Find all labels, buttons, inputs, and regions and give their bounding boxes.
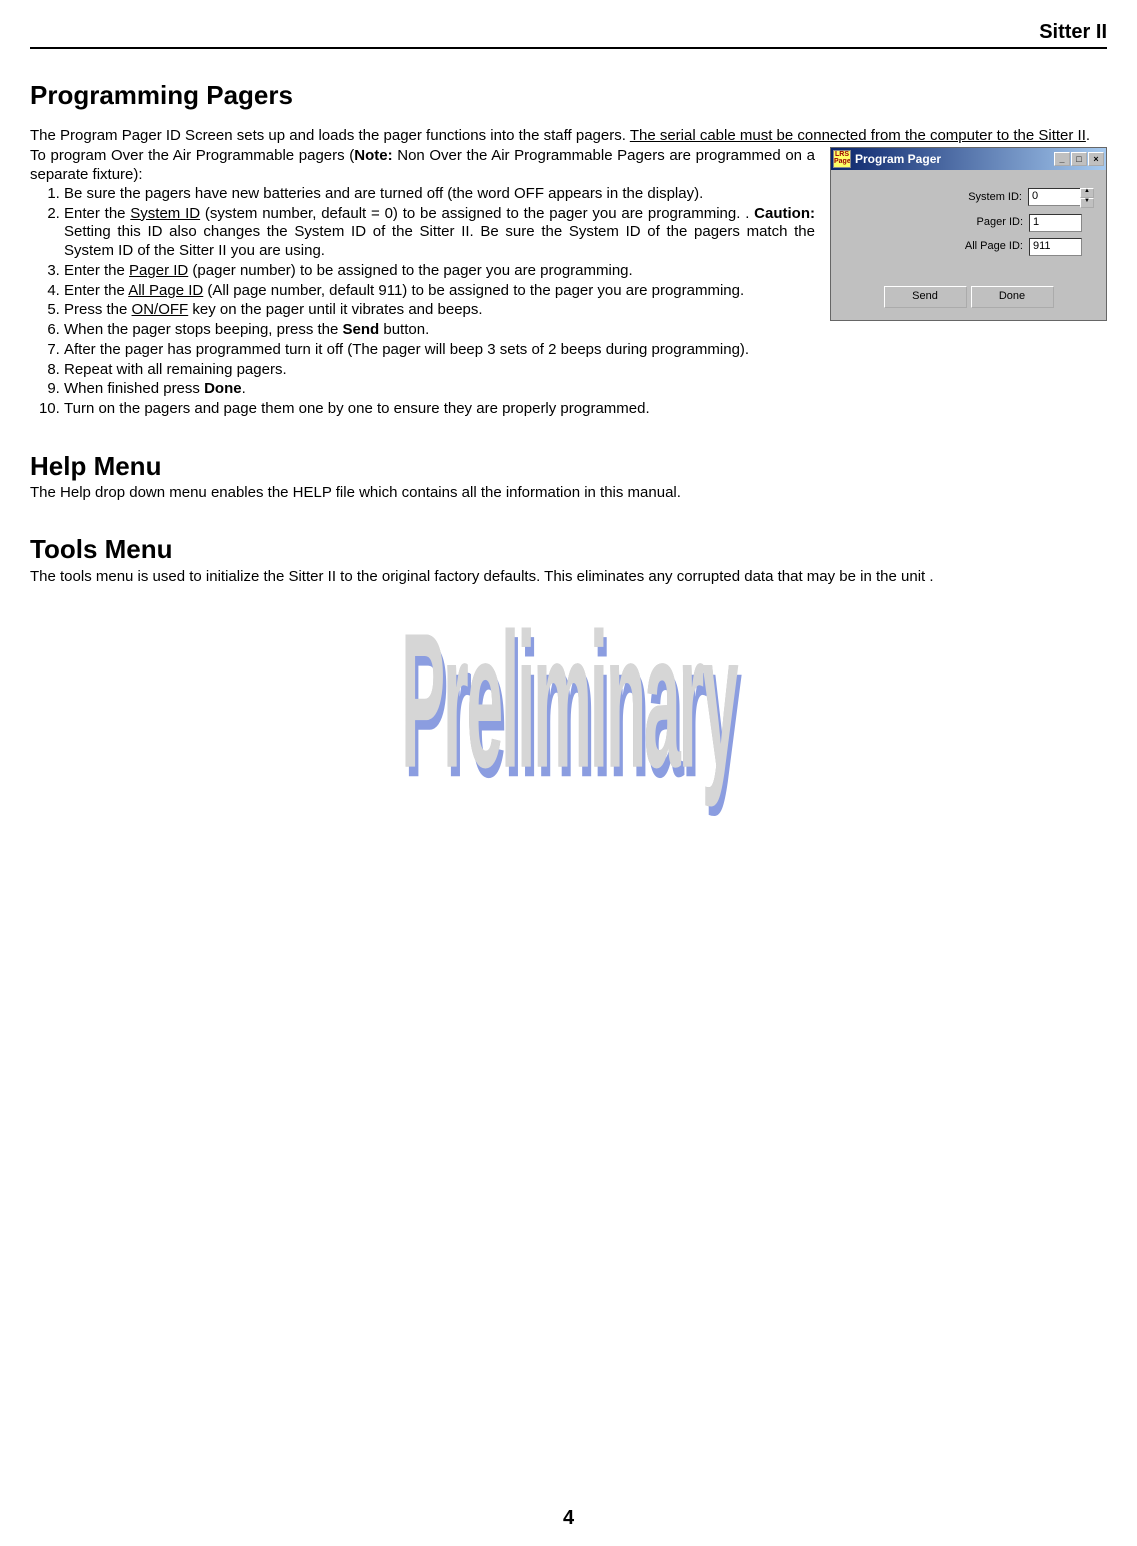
label-system-id: System ID: <box>968 191 1022 205</box>
spinner-system-id[interactable]: ▲ ▼ <box>1080 188 1094 208</box>
product-name: Sitter II <box>1039 21 1107 43</box>
minimize-icon[interactable]: _ <box>1054 152 1070 166</box>
page-number: 4 <box>0 1506 1137 1531</box>
heading-programming-pagers: Programming Pagers <box>30 79 1107 112</box>
prelist-note: Note: <box>354 147 392 164</box>
input-system-id[interactable]: 0 <box>1028 188 1081 206</box>
send-button[interactable]: Send <box>884 286 967 308</box>
app-icon: LRS Pager <box>833 150 851 168</box>
close-icon[interactable]: × <box>1088 152 1104 166</box>
row-pager-id: Pager ID: 1 <box>843 214 1094 232</box>
list-item: After the pager has programmed turn it o… <box>64 341 1107 360</box>
list-item: When the pager stops beeping, press the … <box>64 321 1107 340</box>
input-pager-id[interactable]: 1 <box>1029 214 1082 232</box>
intro-paragraph: The Program Pager ID Screen sets up and … <box>30 127 1107 146</box>
row-all-page-id: All Page ID: 911 <box>843 238 1094 256</box>
help-menu-body: The Help drop down menu enables the HELP… <box>30 484 1107 503</box>
program-pager-dialog: LRS Pager Program Pager _ □ × System ID:… <box>830 147 1107 321</box>
list-item: Turn on the pagers and page them one by … <box>64 400 1107 419</box>
label-pager-id: Pager ID: <box>977 216 1023 230</box>
spinner-down-icon[interactable]: ▼ <box>1080 198 1094 208</box>
dialog-body: System ID: 0 ▲ ▼ Pager ID: 1 All Page ID… <box>831 170 1106 320</box>
dialog-titlebar: LRS Pager Program Pager _ □ × <box>831 148 1106 170</box>
prelist-a: To program Over the Air Programmable pag… <box>30 147 354 164</box>
heading-help-menu: Help Menu <box>30 450 1107 483</box>
done-button[interactable]: Done <box>971 286 1054 308</box>
maximize-icon[interactable]: □ <box>1071 152 1087 166</box>
tools-menu-body: The tools menu is used to initialize the… <box>30 568 1107 587</box>
row-system-id: System ID: 0 ▲ ▼ <box>843 188 1094 208</box>
label-all-page-id: All Page ID: <box>965 240 1023 254</box>
section-body: The Program Pager ID Screen sets up and … <box>30 127 1107 420</box>
intro-text-end: . <box>1086 127 1090 144</box>
input-all-page-id[interactable]: 911 <box>1029 238 1082 256</box>
watermark-text: Preliminary <box>401 581 736 821</box>
page-header: Sitter II <box>30 20 1107 49</box>
intro-text-underline: The serial cable must be connected from … <box>630 127 1086 144</box>
list-item: Repeat with all remaining pagers. <box>64 361 1107 380</box>
spinner-up-icon[interactable]: ▲ <box>1080 188 1094 198</box>
heading-tools-menu: Tools Menu <box>30 533 1107 566</box>
dialog-title: Program Pager <box>855 152 941 167</box>
list-item: When finished press Done. <box>64 380 1107 399</box>
intro-text-a: The Program Pager ID Screen sets up and … <box>30 127 630 144</box>
dialog-button-row: Send Done <box>843 286 1094 308</box>
watermark-container: Preliminary <box>30 626 1107 776</box>
